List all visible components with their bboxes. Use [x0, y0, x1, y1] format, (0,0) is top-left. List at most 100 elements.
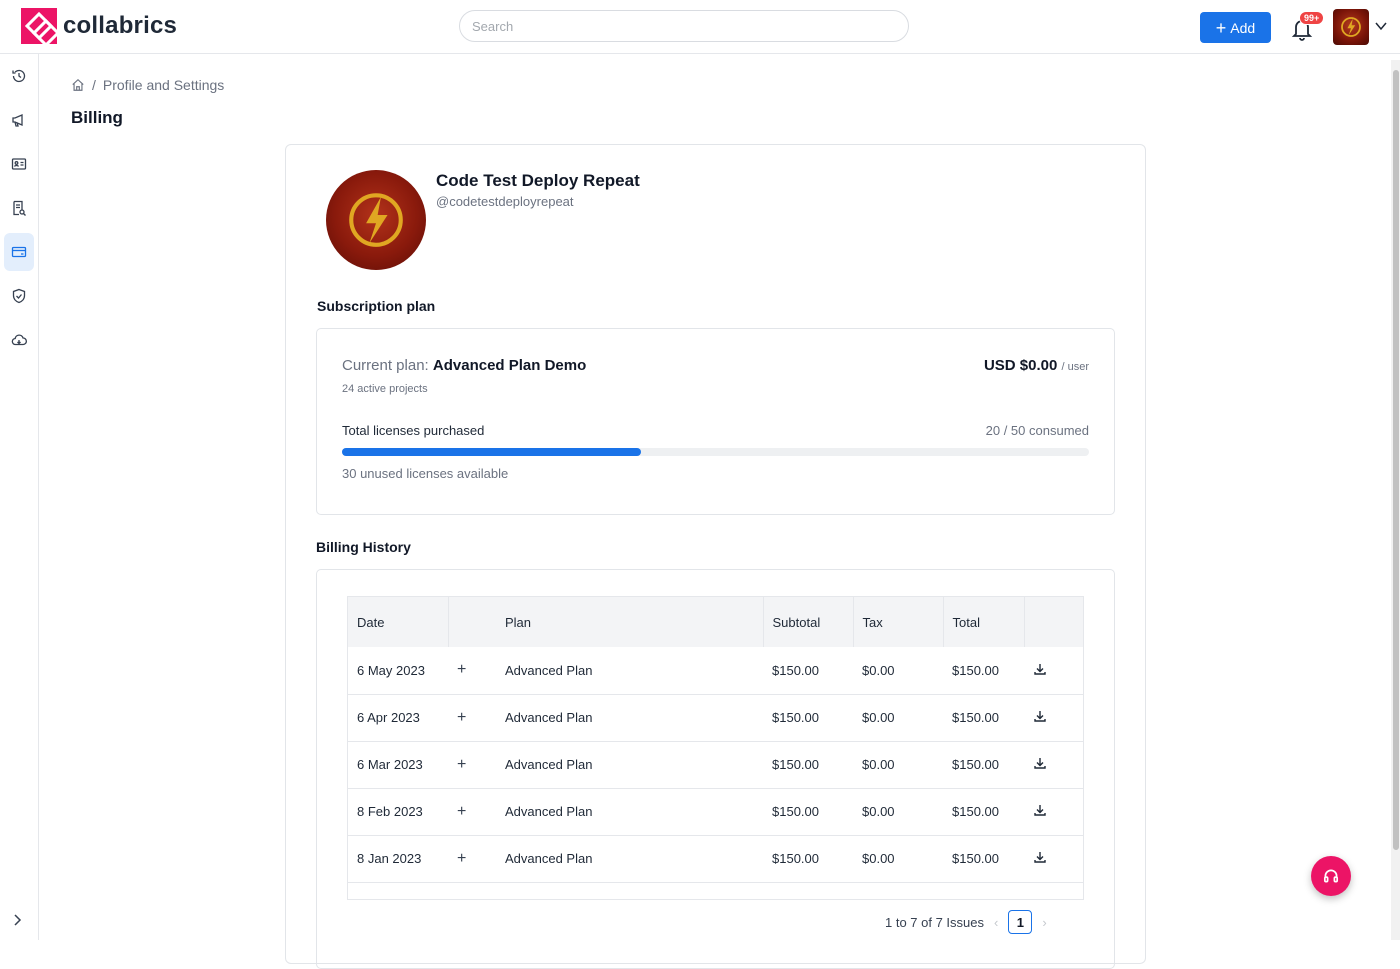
current-plan: Current plan: Advanced Plan Demo — [342, 357, 586, 374]
chevron-right-icon[interactable] — [10, 912, 26, 928]
pagination-next-icon[interactable]: › — [1042, 915, 1046, 930]
pagination-prev-icon[interactable]: ‹ — [994, 915, 998, 930]
row-plan: Advanced Plan — [496, 741, 763, 789]
download-icon — [1034, 711, 1046, 722]
expand-row-icon[interactable]: + — [448, 694, 496, 742]
row-plan: Advanced Plan — [496, 835, 763, 883]
column-header-plan[interactable]: Plan — [496, 597, 764, 647]
chevron-down-icon[interactable] — [1374, 19, 1388, 33]
row-plan: Advanced Plan — [496, 694, 763, 742]
table-row: 6 May 2023 + Advanced Plan $150.00 $0.00 $150… — [348, 647, 1083, 695]
table-row: 8 Feb 2023 + Advanced Plan $150.00 $0.00 $150… — [348, 788, 1083, 836]
plan-price-amount: USD $0.00 — [983, 357, 1058, 374]
download-invoice-button[interactable] — [1024, 741, 1083, 789]
row-total: $150.00 — [943, 694, 1024, 742]
sidebar-item-reports[interactable] — [4, 189, 34, 227]
expand-row-icon[interactable]: + — [448, 741, 496, 789]
breadcrumb-item-profile-settings[interactable]: Profile and Settings — [103, 77, 224, 93]
download-invoice-button[interactable] — [1024, 835, 1083, 883]
headset-icon — [1323, 869, 1339, 883]
brand-logo[interactable]: collabrics — [21, 8, 177, 44]
row-tax: $0.00 — [853, 741, 943, 789]
row-date: 8 Feb 2023 — [348, 788, 448, 836]
row-tax: $0.00 — [853, 835, 943, 883]
table-row: 6 Apr 2023 + Advanced Plan $150.00 $0.00 $150… — [348, 694, 1083, 742]
current-plan-name: Advanced Plan Demo — [432, 357, 587, 374]
expand-row-icon[interactable]: + — [448, 788, 496, 836]
table-header-row: Date Plan Subtotal Tax Total — [348, 597, 1083, 647]
sidebar-item-cloud[interactable] — [4, 321, 34, 359]
row-date: 6 Apr 2023 — [348, 694, 448, 742]
billing-card-icon — [11, 246, 27, 258]
pagination-page-current[interactable]: 1 — [1008, 910, 1033, 934]
download-icon — [1034, 758, 1046, 769]
current-plan-label: Current plan: — [342, 357, 429, 374]
table-row-overflow — [348, 882, 1083, 899]
search-input[interactable] — [459, 10, 909, 42]
row-subtotal: $150.00 — [763, 647, 853, 695]
logo-mark-icon — [21, 8, 57, 44]
row-total: $150.00 — [943, 741, 1024, 789]
licenses-label: Total licenses purchased — [342, 423, 485, 438]
row-date: 8 Jan 2023 — [348, 835, 448, 883]
licenses-unused: 30 unused licenses available — [342, 466, 509, 481]
row-subtotal: $150.00 — [763, 741, 853, 789]
sidebar-item-billing[interactable] — [4, 233, 34, 271]
download-invoice-button[interactable] — [1024, 788, 1083, 836]
licenses-progress-fill — [342, 448, 641, 456]
pagination: 1 to 7 of 7 Issues ‹ 1 › — [885, 910, 1047, 934]
cloud-icon — [11, 334, 27, 346]
breadcrumb-separator: / — [92, 77, 96, 93]
scrollbar-thumb[interactable] — [1393, 70, 1399, 850]
plus-icon: + — [1215, 17, 1227, 38]
plan-price: USD $0.00 / user — [984, 357, 1089, 374]
download-invoice-button[interactable] — [1024, 647, 1083, 695]
subscription-section-title: Subscription plan — [317, 298, 436, 314]
column-header-subtotal[interactable]: Subtotal — [763, 597, 854, 647]
column-header-total[interactable]: Total — [943, 597, 1025, 647]
top-bar: collabrics + Add 99+ — [0, 0, 1400, 54]
expand-row-icon[interactable]: + — [448, 835, 496, 883]
download-invoice-button[interactable] — [1024, 694, 1083, 742]
brand-name: collabrics — [63, 12, 178, 39]
sidebar-item-security[interactable] — [4, 277, 34, 315]
page-title: Billing — [71, 108, 123, 127]
billing-history-table: Date Plan Subtotal Tax Total 6 May 2023 +… — [347, 596, 1084, 900]
licenses-consumed: 20 / 50 consumed — [985, 423, 1089, 438]
pagination-summary: 1 to 7 of 7 Issues — [885, 914, 985, 930]
sidebar-item-contacts[interactable] — [4, 145, 34, 183]
row-subtotal: $150.00 — [763, 788, 853, 836]
lightning-logo-icon — [349, 193, 403, 247]
billing-history-box: Date Plan Subtotal Tax Total 6 May 2023 +… — [316, 569, 1115, 969]
org-avatar — [326, 170, 426, 270]
notification-badge: 99+ — [1299, 11, 1325, 25]
add-button[interactable]: + Add — [1200, 12, 1271, 43]
row-plan: Advanced Plan — [496, 788, 763, 836]
sidebar-item-history[interactable] — [4, 57, 34, 95]
page-scrollbar[interactable] — [1391, 60, 1400, 940]
megaphone-icon — [12, 114, 23, 127]
row-tax: $0.00 — [853, 788, 943, 836]
column-header-date[interactable]: Date — [348, 597, 449, 647]
shield-check-icon — [12, 288, 26, 304]
breadcrumb: / Profile and Settings — [71, 77, 224, 93]
subscription-plan-box: Current plan: Advanced Plan Demo 24 acti… — [316, 328, 1115, 515]
id-card-icon — [11, 158, 27, 170]
row-date: 6 Mar 2023 — [348, 741, 448, 789]
column-header-tax[interactable]: Tax — [853, 597, 944, 647]
table-row — [348, 882, 1083, 899]
home-icon[interactable] — [71, 78, 85, 92]
plan-price-unit: / user — [1061, 361, 1089, 373]
user-avatar[interactable] — [1333, 9, 1369, 45]
row-total: $150.00 — [943, 835, 1024, 883]
expand-row-icon[interactable]: + — [448, 647, 496, 695]
history-icon — [12, 69, 26, 83]
support-chat-button[interactable] — [1311, 856, 1351, 896]
row-subtotal: $150.00 — [763, 694, 853, 742]
lightning-logo-icon — [1341, 17, 1361, 37]
download-icon — [1034, 852, 1046, 863]
add-button-label: Add — [1230, 19, 1256, 36]
org-name: Code Test Deploy Repeat — [436, 171, 640, 190]
sidebar-item-announcements[interactable] — [4, 101, 34, 139]
active-projects: 24 active projects — [342, 383, 428, 395]
